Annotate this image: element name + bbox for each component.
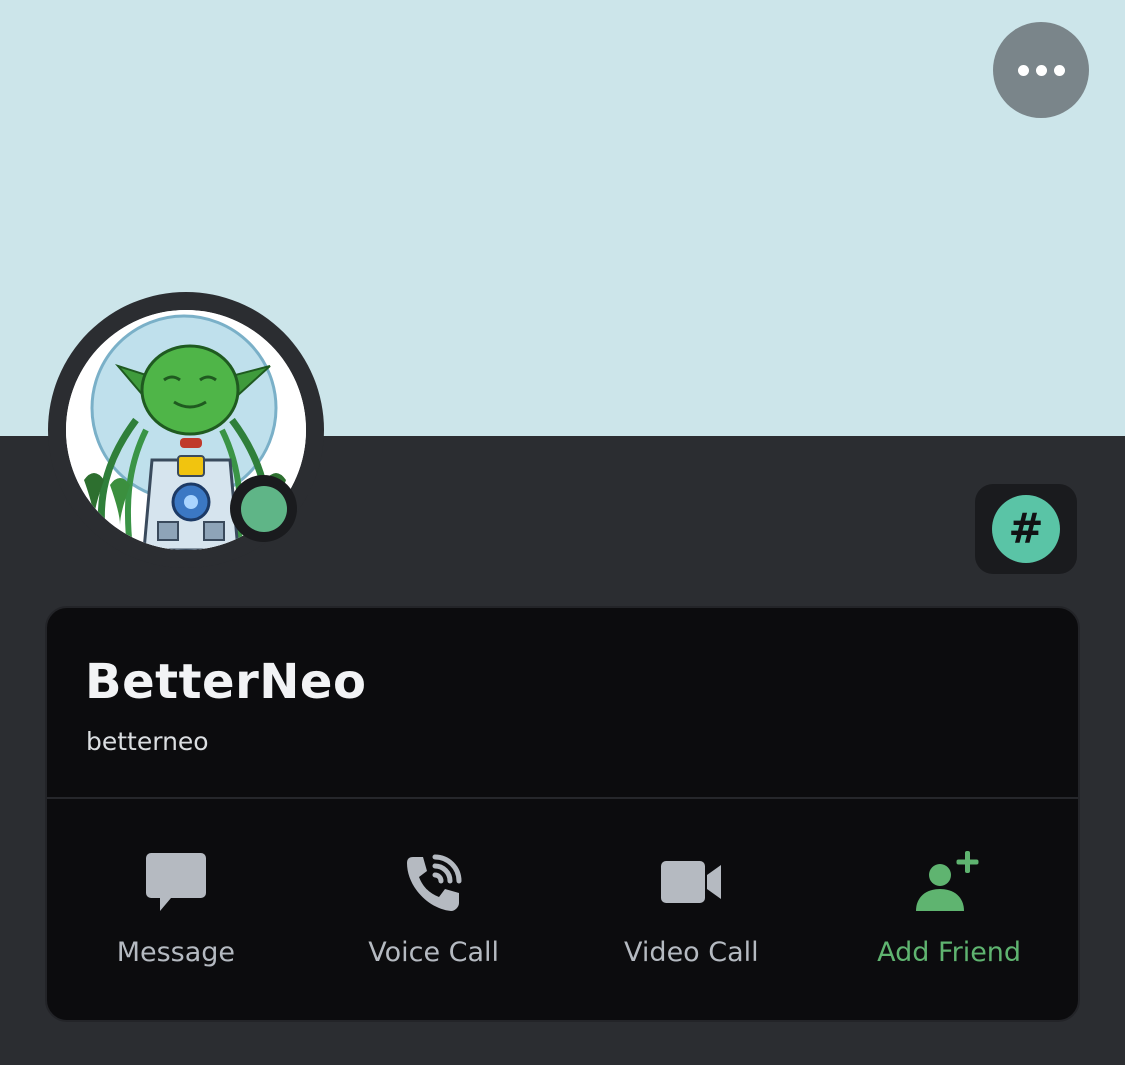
action-bar: Message Voice Call Video Call Add Friend (47, 799, 1078, 1020)
hashtag-icon: # (992, 495, 1060, 563)
more-horizontal-icon (1017, 64, 1029, 76)
more-dot (1053, 64, 1065, 76)
video-call-button[interactable]: Video Call (563, 799, 821, 1020)
voice-call-label: Voice Call (368, 937, 500, 968)
voice-call-button[interactable]: Voice Call (305, 799, 563, 1020)
message-label: Message (116, 937, 236, 968)
more-dot (1035, 64, 1047, 76)
online-status-dot (240, 485, 287, 532)
add-friend-button[interactable]: Add Friend (820, 799, 1078, 1020)
video-call-label: Video Call (624, 937, 759, 968)
status-indicator (230, 475, 297, 542)
username: betterneo (86, 727, 209, 756)
profile-card: BetterNeo betterneo Message Voice Call V… (45, 606, 1080, 1022)
add-friend-label: Add Friend (877, 937, 1022, 968)
chat-bubble-icon (140, 849, 212, 915)
video-camera-icon (655, 849, 727, 915)
message-button[interactable]: Message (47, 799, 305, 1020)
display-name: BetterNeo (85, 654, 367, 710)
more-options-button[interactable] (993, 22, 1089, 118)
phone-icon (398, 849, 470, 915)
profile-badge-button[interactable]: # (975, 484, 1077, 574)
add-friend-icon (913, 849, 985, 915)
